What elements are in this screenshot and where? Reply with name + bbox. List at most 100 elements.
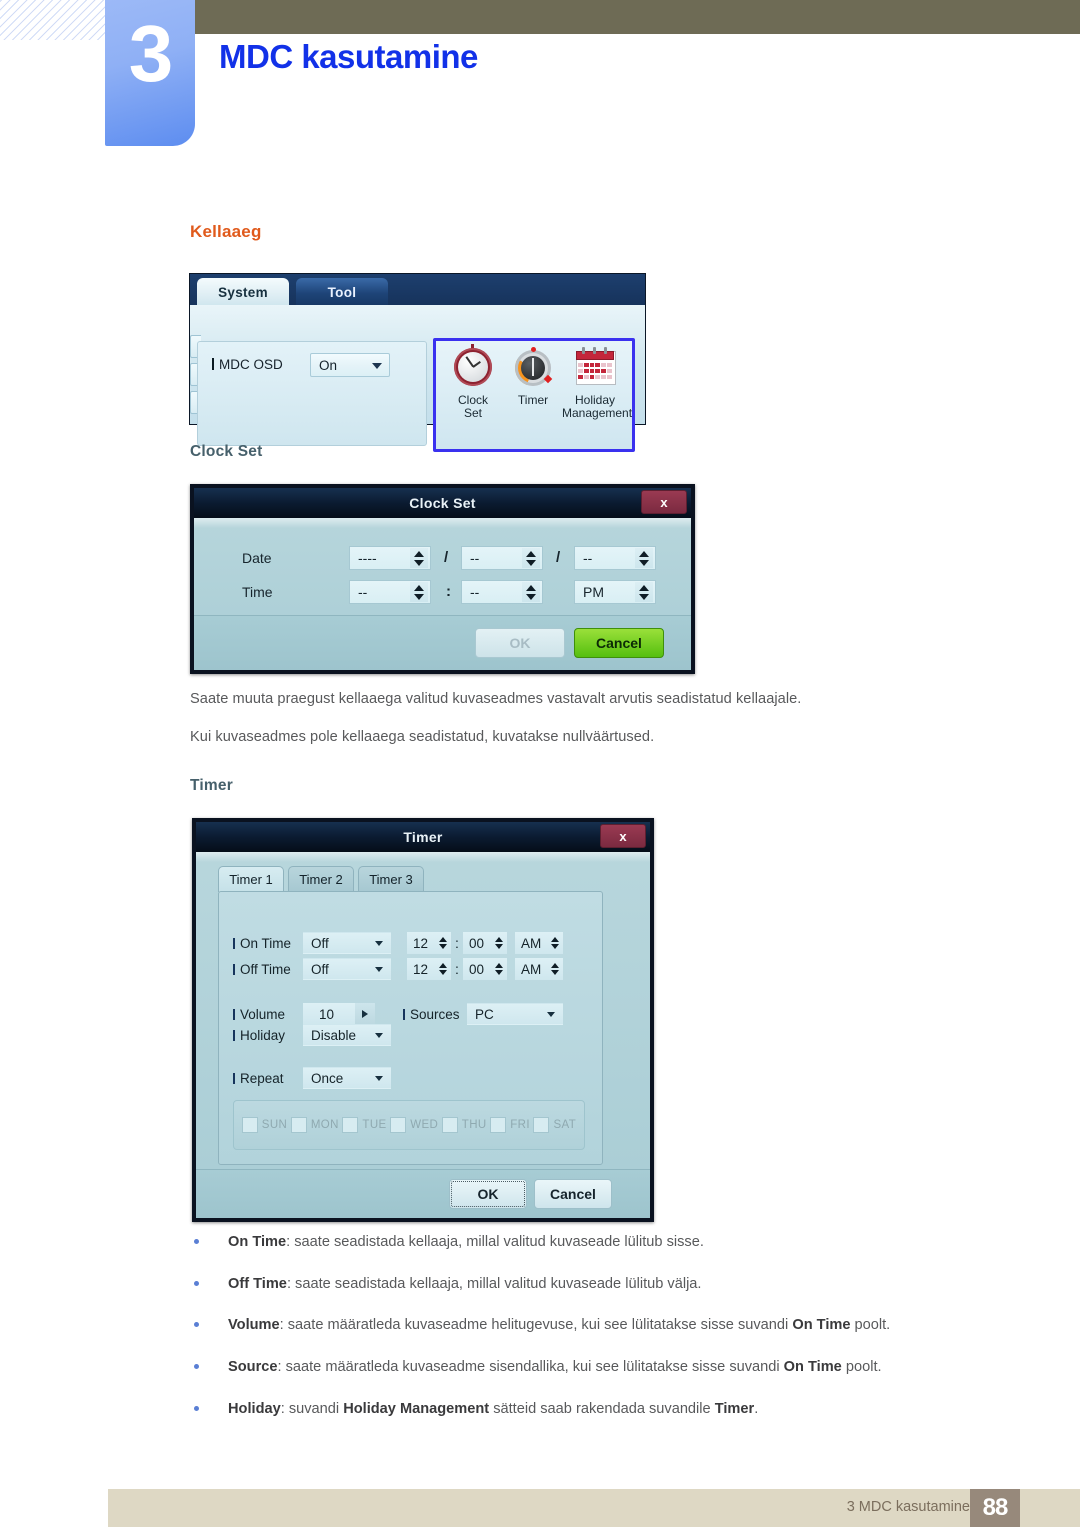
tab-timer-1[interactable]: Timer 1 <box>218 866 284 892</box>
volume-increase-icon[interactable] <box>355 1003 375 1025</box>
date-month-stepper[interactable]: -- <box>461 546 543 570</box>
checkbox-icon[interactable] <box>290 1117 307 1133</box>
off-time-hour-stepper[interactable]: 12 <box>407 958 451 980</box>
day-checkbox-tue[interactable]: TUE <box>342 1117 386 1133</box>
repeat-text: Repeat <box>240 1071 284 1086</box>
stepper-arrows-icon[interactable] <box>635 582 653 602</box>
day-checkbox-wed[interactable]: WED <box>390 1117 438 1133</box>
checkbox-icon[interactable] <box>533 1117 550 1133</box>
checkbox-icon[interactable] <box>490 1117 507 1133</box>
sources-text: Sources <box>410 1007 460 1022</box>
day-label-fri: FRI <box>510 1119 530 1131</box>
paragraph-2: Kui kuvaseadmes pole kellaaega seadistat… <box>190 729 655 745</box>
time-minute-stepper[interactable]: -- <box>461 580 543 604</box>
clock-set-button[interactable]: Clock Set <box>442 344 504 421</box>
close-icon[interactable]: x <box>600 824 646 848</box>
holiday-label: Holiday <box>233 1028 285 1043</box>
clock-set-cancel-button[interactable]: Cancel <box>574 628 664 658</box>
time-minute-value: -- <box>470 584 480 600</box>
list-item: Holiday: suvandi Holiday Management sätt… <box>190 1399 1020 1420</box>
stepper-arrows-icon[interactable] <box>522 548 540 568</box>
checkbox-icon[interactable] <box>390 1117 407 1133</box>
chevron-down-icon <box>375 1076 383 1081</box>
holiday-value: Disable <box>311 1027 357 1043</box>
bullet-term-2: On Time <box>783 1359 842 1376</box>
off-time-mode-select[interactable]: Off <box>303 958 391 980</box>
tab-tool[interactable]: Tool <box>296 278 388 306</box>
system-panel-tabstrip: System Tool <box>190 274 645 306</box>
stepper-arrows-icon[interactable] <box>493 934 505 952</box>
day-checkbox-thu[interactable]: THU <box>441 1117 487 1133</box>
stepper-arrows-icon[interactable] <box>635 548 653 568</box>
checkbox-icon[interactable] <box>241 1117 258 1133</box>
paragraph-1: Saate muuta praegust kellaaega valitud k… <box>190 691 802 707</box>
stepper-arrows-icon[interactable] <box>493 960 505 978</box>
mdc-osd-select[interactable]: On <box>310 353 390 377</box>
mdc-osd-value: On <box>319 357 338 373</box>
timer-cancel-button[interactable]: Cancel <box>534 1179 612 1209</box>
stepper-arrows-icon[interactable] <box>549 934 561 952</box>
bullet-term: Holiday <box>228 1400 281 1417</box>
holiday-management-caption: Holiday Management <box>562 393 633 421</box>
timer-button[interactable]: Timer <box>502 346 564 407</box>
on-time-minute-value: 00 <box>469 935 485 951</box>
tab-system[interactable]: System <box>197 278 289 306</box>
chevron-down-icon <box>372 363 382 369</box>
bullet-term: On Time <box>228 1234 287 1250</box>
timer-dialog: Timer x Timer 1 Timer 2 Timer 3 On Time … <box>192 818 654 1222</box>
tab-timer-3[interactable]: Timer 3 <box>358 866 424 892</box>
time-hour-stepper[interactable]: -- <box>349 580 431 604</box>
day-checkbox-sat[interactable]: SAT <box>533 1117 576 1133</box>
holiday-management-button[interactable]: Holiday Management <box>562 346 633 421</box>
volume-text: Volume <box>240 1007 286 1022</box>
off-time-meridiem-stepper[interactable]: AM <box>515 958 563 980</box>
bullet-term-2: On Time <box>792 1317 851 1334</box>
day-checkbox-mon[interactable]: MON <box>290 1117 339 1133</box>
stepper-arrows-icon[interactable] <box>522 582 540 602</box>
section-heading-clock-set: Clock Set <box>190 443 263 460</box>
close-icon[interactable]: x <box>641 490 687 514</box>
repeat-select[interactable]: Once <box>303 1067 391 1089</box>
stepper-arrows-icon[interactable] <box>549 960 561 978</box>
off-time-minute-stepper[interactable]: 00 <box>463 958 507 980</box>
stepper-arrows-icon[interactable] <box>437 934 449 952</box>
time-meridiem-stepper[interactable]: PM <box>574 580 656 604</box>
on-time-minute-stepper[interactable]: 00 <box>463 932 507 954</box>
stepper-arrows-icon[interactable] <box>437 960 449 978</box>
date-day-stepper[interactable]: -- <box>574 546 656 570</box>
bullet-term: Source <box>228 1359 278 1376</box>
checkbox-icon[interactable] <box>342 1117 359 1133</box>
checkbox-icon[interactable] <box>441 1117 458 1133</box>
day-checkbox-sun[interactable]: SUN <box>241 1117 287 1133</box>
chevron-down-icon <box>547 1012 555 1017</box>
stepper-arrows-icon[interactable] <box>410 582 428 602</box>
sources-select[interactable]: PC <box>467 1003 563 1025</box>
on-time-mode-select[interactable]: Off <box>303 932 391 954</box>
bullet-dot-icon <box>194 1280 199 1286</box>
tab-timer-2[interactable]: Timer 2 <box>288 866 354 892</box>
list-item: On Time: saate seadistada kellaaja, mill… <box>190 1232 1020 1253</box>
day-checkbox-fri[interactable]: FRI <box>490 1117 530 1133</box>
on-time-meridiem-stepper[interactable]: AM <box>515 932 563 954</box>
date-day-value: -- <box>583 550 593 566</box>
holiday-management-icon <box>572 346 618 392</box>
system-panel-body: MDC OSD On Clock Set Timer Holiday Manag… <box>190 305 645 452</box>
volume-stepper[interactable]: 10 <box>303 1003 375 1025</box>
timer-titlebar: Timer x <box>196 822 650 852</box>
on-time-hour-stepper[interactable]: 12 <box>407 932 451 954</box>
time-hour-value: -- <box>358 584 368 600</box>
timer-icon <box>510 346 556 392</box>
timer-ok-button[interactable]: OK <box>449 1179 527 1209</box>
clock-set-ok-button[interactable]: OK <box>475 628 565 658</box>
sources-label: Sources <box>403 1007 460 1022</box>
holiday-select[interactable]: Disable <box>303 1024 391 1046</box>
stepper-arrows-icon[interactable] <box>410 548 428 568</box>
on-time-colon: : <box>455 935 459 951</box>
mdc-osd-label: MDC OSD <box>212 357 283 372</box>
day-label-wed: WED <box>410 1119 439 1131</box>
bullet-dot-icon <box>194 1322 199 1328</box>
date-year-stepper[interactable]: ---- <box>349 546 431 570</box>
bullet-list: On Time: saate seadistada kellaaja, mill… <box>190 1232 1020 1441</box>
on-time-mode-value: Off <box>311 935 329 951</box>
header-olive-bar <box>178 0 1080 34</box>
